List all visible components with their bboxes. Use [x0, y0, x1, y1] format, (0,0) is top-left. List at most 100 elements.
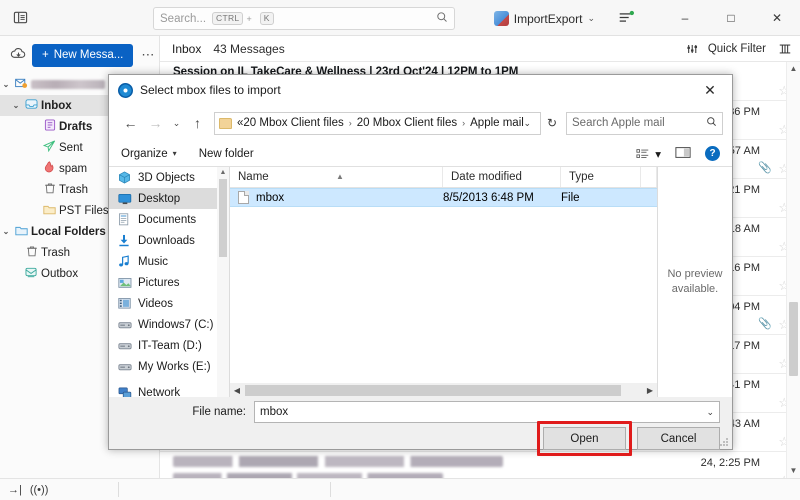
places-scrollbar[interactable]: ▲: [217, 167, 229, 397]
cloud-sync-icon[interactable]: [10, 47, 32, 64]
column-header-name[interactable]: Name ▲: [230, 167, 443, 187]
scrollbar-thumb[interactable]: [245, 384, 621, 396]
preview-pane: No preview available.: [657, 167, 732, 397]
filename-value: mbox: [260, 406, 289, 418]
sync-arrow-icon: →|: [8, 483, 22, 496]
new-message-button[interactable]: + New Messa...: [32, 43, 134, 67]
file-row[interactable]: mbox 8/5/2013 6:48 PM File: [230, 188, 657, 207]
global-search[interactable]: Search... CTRL + K: [153, 7, 455, 30]
place-item-desktop[interactable]: Desktop: [109, 188, 229, 209]
scroll-up-arrow[interactable]: ▲: [787, 62, 800, 76]
network-icon: [118, 386, 138, 397]
sidebar-item-label: spam: [59, 162, 88, 175]
sidebar-item-label: Local Folders: [31, 225, 106, 238]
address-dropdown-icon[interactable]: ⌄: [518, 118, 536, 129]
close-button[interactable]: ✕: [754, 0, 800, 36]
place-item-label: Downloads: [138, 234, 195, 247]
search-shortcut-ctrl: CTRL: [212, 12, 244, 25]
sidebar-item-label: Outbox: [41, 267, 79, 280]
back-button[interactable]: ←: [118, 110, 143, 136]
place-item-network[interactable]: Network: [109, 382, 229, 397]
help-icon[interactable]: ?: [705, 146, 720, 161]
preview-message: No preview available.: [667, 268, 723, 295]
dialog-close-button[interactable]: ✕: [688, 75, 732, 105]
dialog-navigation-bar: ← → ⌄ ↑ « 20 Mbox Client files › 20 Mbox C…: [109, 105, 732, 141]
scroll-up-arrow[interactable]: ▲: [217, 167, 229, 179]
music-icon: [118, 255, 138, 268]
column-header-date[interactable]: Date modified: [443, 167, 561, 187]
filter-icon: [687, 44, 697, 53]
view-list-icon: [636, 148, 649, 158]
breadcrumb-item[interactable]: Apple mail: [470, 117, 524, 129]
app-menu-button[interactable]: [617, 10, 637, 26]
address-bar[interactable]: « 20 Mbox Client files › 20 Mbox Client fi…: [214, 111, 541, 135]
breadcrumb-item[interactable]: 20 Mbox Client files: [357, 117, 457, 129]
breadcrumb-item[interactable]: 20 Mbox Client files: [243, 117, 343, 129]
place-item-documents[interactable]: Documents: [109, 209, 229, 230]
place-item-downloads[interactable]: Downloads: [109, 230, 229, 251]
account-avatar-icon: [493, 11, 509, 26]
place-item-label: My Works (E:): [138, 360, 211, 373]
file-list-hscrollbar[interactable]: ◀ ▶: [230, 383, 657, 397]
attachment-icon: 📎: [758, 318, 772, 330]
column-header-type[interactable]: Type: [561, 167, 641, 187]
sidebar-item-label: Trash: [59, 183, 88, 196]
scrollbar-thumb[interactable]: [789, 302, 798, 376]
sidebar-item-label: Inbox: [41, 99, 72, 112]
filename-dropdown-icon[interactable]: ⌄: [706, 407, 714, 418]
file-list-header: Name ▲ Date modified Type: [230, 167, 657, 188]
tab-list-icon[interactable]: [0, 0, 40, 36]
organize-button[interactable]: Organize ▾: [121, 148, 177, 160]
preview-pane-icon: [675, 146, 691, 158]
up-button[interactable]: ↑: [185, 110, 210, 136]
place-item-my-works-e[interactable]: My Works (E:): [109, 356, 229, 377]
column-header-size[interactable]: [641, 167, 657, 187]
forward-button[interactable]: →: [143, 110, 168, 136]
breadcrumb-separator: ›: [462, 118, 466, 128]
place-item-it-team-d[interactable]: IT-Team (D:): [109, 335, 229, 356]
twisty-icon[interactable]: ⌄: [10, 101, 22, 110]
scroll-down-arrow[interactable]: ▼: [787, 464, 800, 478]
place-item-3d-objects[interactable]: 3D Objects: [109, 167, 229, 188]
place-item-pictures[interactable]: Pictures: [109, 272, 229, 293]
sent-icon: [40, 140, 59, 155]
folder-icon: [219, 117, 232, 129]
new-folder-button[interactable]: New folder: [199, 148, 254, 160]
places-pane: 3D Objects Desktop Documents Downloads Music…: [109, 167, 229, 397]
place-item-label: 3D Objects: [138, 171, 195, 184]
scroll-left-arrow[interactable]: ◀: [230, 386, 244, 395]
scroll-right-arrow[interactable]: ▶: [643, 386, 657, 395]
inbox-icon: [22, 98, 41, 113]
new-message-label: New Messa...: [53, 49, 124, 61]
quick-filter-button[interactable]: Quick Filter: [686, 43, 800, 55]
sidebar-overflow-button[interactable]: ⋯: [141, 47, 155, 63]
recent-locations-button[interactable]: ⌄: [168, 110, 185, 136]
message-list-scrollbar[interactable]: ▲ ▼: [786, 62, 800, 478]
file-rows: mbox 8/5/2013 6:48 PM File: [230, 188, 657, 207]
open-button[interactable]: Open: [543, 427, 626, 450]
desktop-icon: [118, 193, 138, 205]
place-item-label: Videos: [138, 297, 173, 310]
cancel-button[interactable]: Cancel: [637, 427, 720, 450]
search-placeholder: Search...: [160, 12, 207, 25]
minimize-button[interactable]: –: [662, 0, 708, 36]
dialog-search-input[interactable]: Search Apple mail: [566, 111, 723, 135]
place-item-music[interactable]: Music: [109, 251, 229, 272]
sidebar-item-label: Drafts: [59, 120, 93, 133]
place-item-windows7-c[interactable]: Windows7 (C:): [109, 314, 229, 335]
twisty-icon[interactable]: ⌄: [0, 227, 12, 236]
resize-grip[interactable]: [720, 438, 729, 447]
account-menu[interactable]: ImportExport ⌄: [493, 8, 595, 29]
place-item-label: Windows7 (C:): [138, 318, 214, 331]
refresh-button[interactable]: ↻: [541, 116, 563, 130]
view-options-button[interactable]: ▾: [636, 147, 661, 161]
place-item-videos[interactable]: Videos: [109, 293, 229, 314]
scrollbar-thumb[interactable]: [219, 179, 227, 257]
column-options-icon: [779, 44, 791, 53]
twisty-icon[interactable]: ⌄: [0, 80, 12, 89]
filename-input[interactable]: mbox ⌄: [254, 401, 720, 423]
preview-pane-button[interactable]: [675, 146, 691, 162]
dialog-footer: File name: mbox ⌄ Open Cancel: [109, 397, 732, 456]
drive-icon: [118, 340, 138, 351]
maximize-button[interactable]: □: [708, 0, 754, 36]
